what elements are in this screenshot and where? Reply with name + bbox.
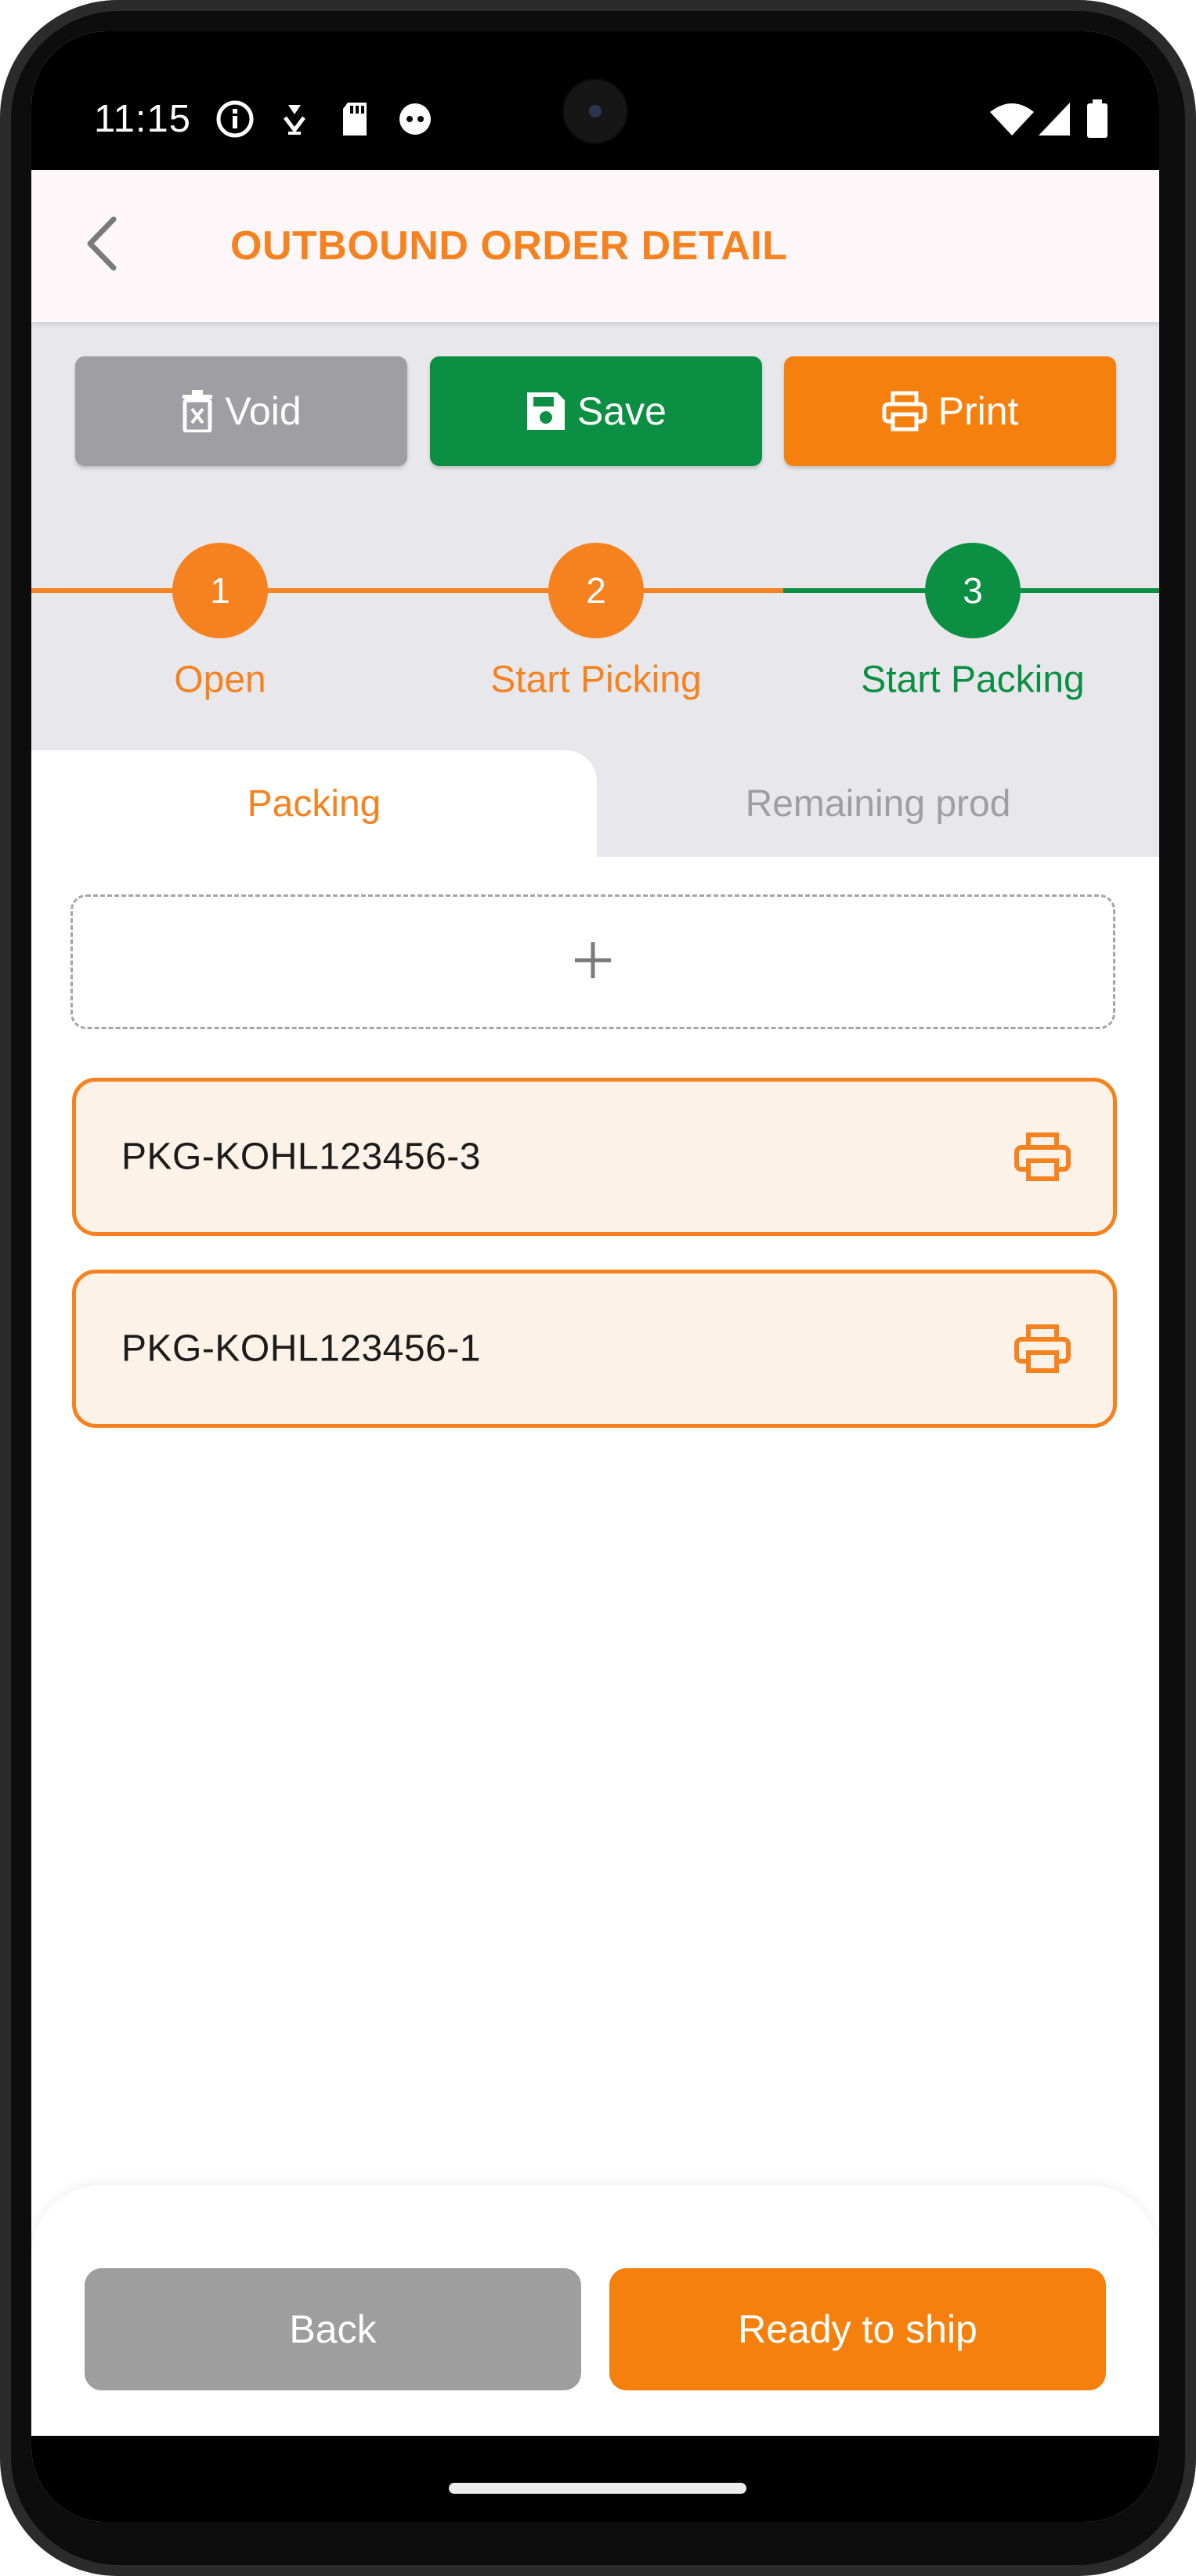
step-3-label: Start Packing <box>861 659 1085 701</box>
package-card[interactable]: PKG-KOHL123456-1 <box>72 1270 1117 1428</box>
step-1-label: Open <box>174 659 266 701</box>
step-3-circle: 3 <box>925 543 1021 638</box>
trash-icon <box>181 390 214 432</box>
front-camera <box>562 78 628 144</box>
stepper-line-completed <box>31 588 783 593</box>
void-button[interactable]: Void <box>75 356 407 466</box>
page-title: OUTBOUND ORDER DETAIL <box>230 223 788 269</box>
tab-packing-label: Packing <box>247 782 381 825</box>
notification-icon <box>280 102 309 136</box>
print-label: Print <box>938 389 1019 433</box>
package-code: PKG-KOHL123456-3 <box>121 1136 481 1178</box>
home-indicator[interactable] <box>449 2483 746 2494</box>
ready-to-ship-label: Ready to ship <box>738 2307 977 2351</box>
info-circle-icon <box>215 99 255 139</box>
void-label: Void <box>225 389 302 433</box>
app-screen: 11:15 OUTBOUND ORDER DETAIL Void Save Pr… <box>31 31 1159 2522</box>
wifi-icon <box>988 101 1035 137</box>
save-button[interactable]: Save <box>430 356 762 466</box>
step-2-label: Start Picking <box>490 659 702 701</box>
printer-icon[interactable] <box>1011 1317 1074 1380</box>
status-time: 11:15 <box>94 98 191 140</box>
step-1-circle: 1 <box>172 543 268 638</box>
back-label: Back <box>289 2307 377 2351</box>
save-label: Save <box>577 389 667 433</box>
tab-remaining-products[interactable]: Remaining prod <box>597 750 1159 857</box>
status-bar: 11:15 <box>31 31 1159 170</box>
system-nav-bar <box>31 2436 1159 2522</box>
app-header: OUTBOUND ORDER DETAIL <box>31 170 1159 322</box>
package-code: PKG-KOHL123456-1 <box>121 1328 481 1370</box>
sd-card-icon <box>340 101 370 137</box>
print-button[interactable]: Print <box>784 356 1116 466</box>
ready-to-ship-button[interactable]: Ready to ship <box>609 2268 1106 2390</box>
battery-icon <box>1086 99 1109 139</box>
back-button[interactable]: Back <box>85 2268 581 2390</box>
floppy-disk-icon <box>526 391 566 432</box>
app-face-icon <box>396 100 434 138</box>
tab-packing[interactable]: Packing <box>31 750 597 857</box>
tab-remaining-label: Remaining prod <box>745 782 1011 825</box>
cell-signal-icon <box>1037 101 1071 137</box>
step-2-circle: 2 <box>548 543 644 638</box>
printer-icon[interactable] <box>1011 1125 1074 1188</box>
printer-icon <box>882 391 927 432</box>
package-card[interactable]: PKG-KOHL123456-3 <box>72 1078 1117 1236</box>
add-package-button[interactable] <box>70 894 1115 1029</box>
chevron-left-icon[interactable] <box>63 204 141 283</box>
plus-icon <box>572 939 614 985</box>
